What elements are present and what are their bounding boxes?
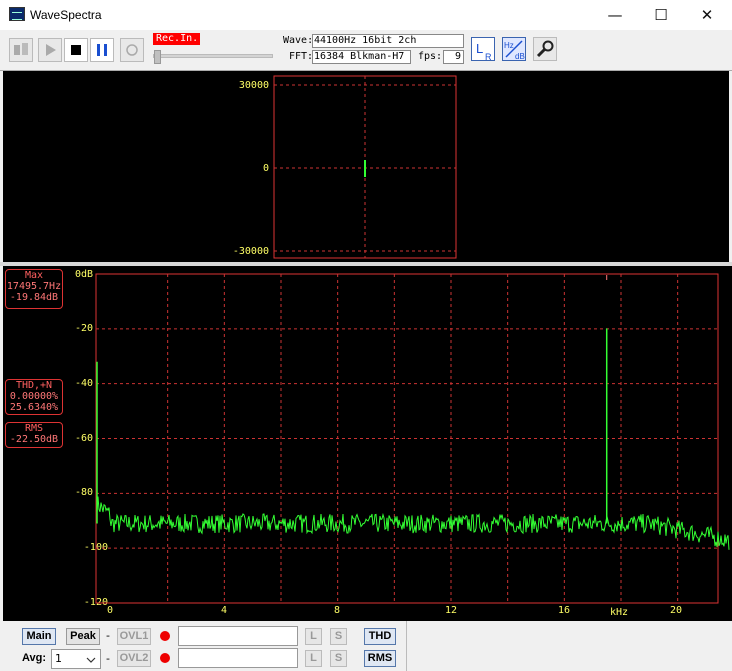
spectrum-svg: [95, 273, 730, 604]
thd-button[interactable]: THD: [364, 628, 396, 645]
avg-select[interactable]: 1: [51, 649, 101, 669]
spectrum-x-tick: 4: [221, 605, 228, 616]
spectrum-x-tick: 20: [670, 605, 683, 616]
ovl1-button[interactable]: OVL1: [117, 628, 151, 645]
chevron-down-icon: [86, 657, 96, 663]
ovl1-record-icon[interactable]: [160, 631, 170, 641]
ovl1-load-button[interactable]: L: [305, 628, 322, 645]
avg-label: Avg:: [22, 652, 47, 664]
rms-button[interactable]: RMS: [364, 650, 396, 667]
ovl2-load-button[interactable]: L: [305, 650, 322, 667]
dash-separator: -: [106, 629, 110, 642]
spectrum-x-tick: 8: [334, 605, 341, 616]
spectrum-x-tick: 0: [107, 605, 114, 616]
ovl2-button[interactable]: OVL2: [117, 650, 151, 667]
peak-button[interactable]: Peak: [66, 628, 100, 645]
spectrum-x-tick: 12: [445, 605, 458, 616]
spectrum-x-unit: kHz: [610, 607, 629, 618]
ovl2-name-field[interactable]: [178, 648, 298, 668]
dash-separator: -: [106, 652, 110, 665]
ovl2-record-icon[interactable]: [160, 653, 170, 663]
spectrum-trace: [96, 496, 730, 550]
divider: [406, 621, 407, 671]
spectrum-x-tick: 16: [558, 605, 571, 616]
avg-value: 1: [55, 652, 62, 665]
ovl1-name-field[interactable]: [178, 626, 298, 646]
bottom-control-bar: Main Peak - OVL1 L S THD Avg: 1 - OVL2 L…: [0, 621, 732, 671]
ovl1-save-button[interactable]: S: [330, 628, 347, 645]
main-button[interactable]: Main: [22, 628, 56, 645]
ovl2-save-button[interactable]: S: [330, 650, 347, 667]
